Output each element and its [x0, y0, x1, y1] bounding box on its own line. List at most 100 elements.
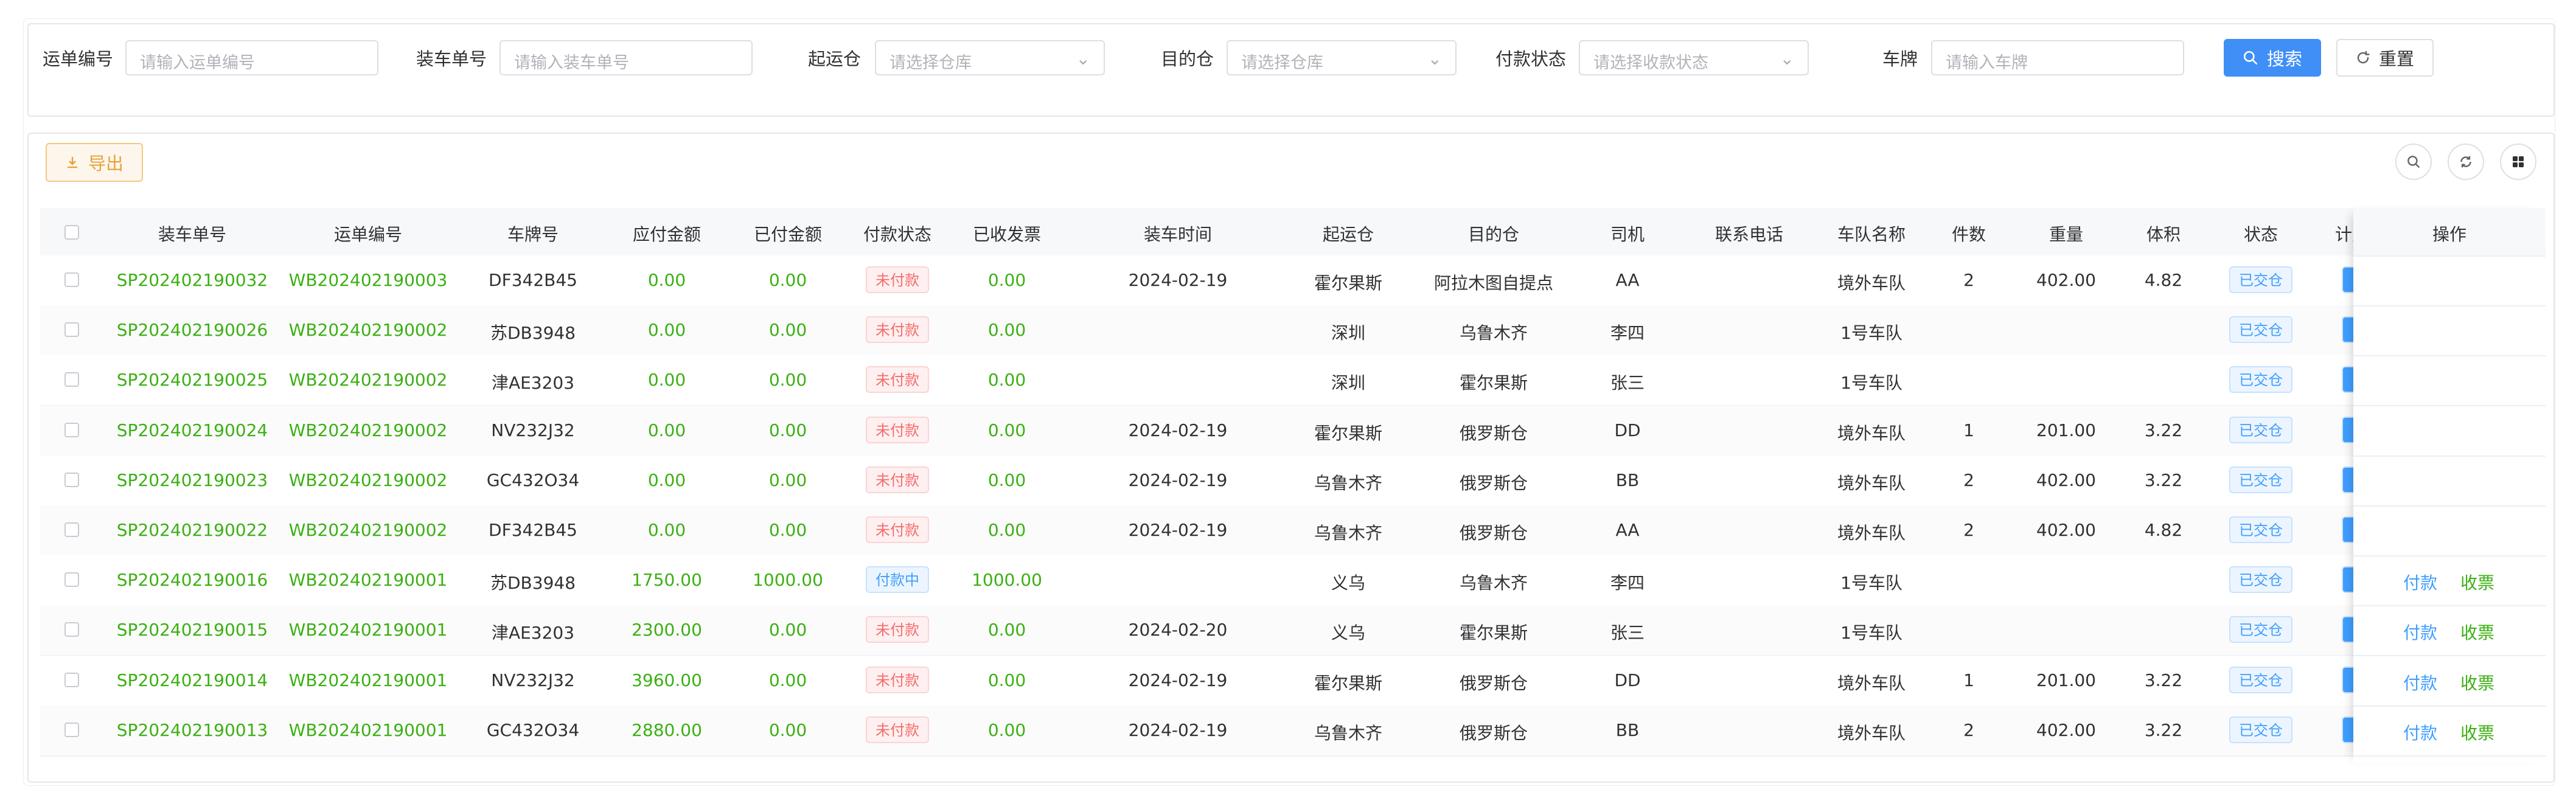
cell-waybill[interactable]: WB202402190001 — [289, 670, 448, 690]
row-checkbox[interactable] — [64, 522, 79, 537]
cell-loading-no[interactable]: SP202402190022 — [117, 520, 268, 540]
cell-loading-no[interactable]: SP202402190013 — [117, 720, 268, 740]
cell-volume: 4.82 — [2144, 270, 2183, 290]
cell-paid: 0.00 — [768, 719, 807, 740]
cell-waybill[interactable]: WB202402190001 — [289, 570, 448, 590]
refresh-button[interactable] — [2448, 144, 2484, 180]
receive-invoice-link[interactable]: 收票 — [2460, 720, 2494, 744]
operation-header: 操作 — [2353, 208, 2546, 257]
cell-load-time: 2024-02-20 — [1128, 620, 1228, 640]
loading-no-label: 装车单号 — [416, 49, 487, 69]
cell-volume: 3.22 — [2144, 719, 2183, 740]
export-button[interactable]: 导出 — [46, 143, 143, 182]
reset-button[interactable]: 重置 — [2336, 39, 2434, 77]
cell-waybill[interactable]: WB202402190002 — [289, 320, 448, 340]
search-icon — [2243, 50, 2258, 65]
receive-invoice-link[interactable]: 收票 — [2460, 620, 2494, 644]
cell-waybill[interactable]: WB202402190002 — [289, 370, 448, 390]
row-checkbox[interactable] — [64, 272, 79, 287]
operation-cell — [2353, 456, 2546, 507]
cell-payable: 0.00 — [647, 420, 686, 440]
row-checkbox[interactable] — [64, 622, 79, 637]
cell-origin: 深圳 — [1331, 373, 1366, 393]
search-toggle-button[interactable] — [2395, 144, 2432, 180]
pay-link[interactable]: 付款 — [2403, 570, 2437, 594]
pay-link[interactable]: 付款 — [2403, 620, 2437, 644]
cell-volume: 3.22 — [2144, 470, 2183, 490]
chevron-down-icon: ⌄ — [1076, 49, 1090, 69]
cell-driver: BB — [1615, 719, 1640, 740]
cell-loading-no[interactable]: SP202402190023 — [117, 470, 268, 490]
col-origin: 起运仓 — [1322, 224, 1374, 244]
pay-status-tag: 付款中 — [866, 566, 929, 594]
pay-status-select[interactable]: 请选择收款状态 ⌄ — [1579, 40, 1809, 75]
waybill-input[interactable]: 请输入运单编号 — [125, 40, 378, 75]
cell-loading-no[interactable]: SP202402190032 — [117, 270, 268, 290]
cell-plate: GC432O34 — [486, 719, 580, 740]
cell-origin: 乌鲁木齐 — [1314, 723, 1383, 743]
cell-waybill[interactable]: WB202402190003 — [289, 270, 448, 290]
status-tag: 已交仓 — [2229, 366, 2292, 393]
row-checkbox[interactable] — [64, 572, 79, 587]
row-checkbox[interactable] — [64, 672, 79, 687]
table-header: 装车单号 运单编号 车牌号 应付金额 已付金额 付款状态 已收发票 装车时间 起… — [40, 208, 2546, 257]
status-tag: 已交仓 — [2229, 566, 2292, 594]
select-all-checkbox[interactable] — [64, 225, 79, 240]
pay-status-tag: 未付款 — [866, 616, 929, 643]
cell-waybill[interactable]: WB202402190002 — [289, 420, 448, 440]
origin-select[interactable]: 请选择仓库 ⌄ — [875, 40, 1105, 75]
cell-loading-no[interactable]: SP202402190014 — [117, 670, 268, 690]
status-tag: 已交仓 — [2229, 316, 2292, 344]
search-icon — [2407, 156, 2420, 168]
cell-loading-no[interactable]: SP202402190025 — [117, 370, 268, 390]
cell-payable: 0.00 — [647, 370, 686, 390]
cell-waybill[interactable]: WB202402190002 — [289, 520, 448, 540]
pay-status-tag: 未付款 — [866, 316, 929, 344]
pay-link[interactable]: 付款 — [2403, 720, 2437, 744]
cell-invoice: 0.00 — [987, 470, 1026, 490]
operation-cell — [2353, 255, 2546, 307]
row-checkbox[interactable] — [64, 722, 79, 737]
cell-driver: DD — [1614, 420, 1641, 440]
cell-waybill[interactable]: WB202402190001 — [289, 620, 448, 640]
plate-input[interactable]: 请输入车牌 — [1931, 40, 2184, 75]
col-weight: 重量 — [2049, 224, 2084, 244]
cell-payable: 2300.00 — [632, 620, 702, 640]
cell-waybill[interactable]: WB202402190001 — [289, 720, 448, 740]
cell-loading-no[interactable]: SP202402190024 — [117, 420, 268, 440]
cell-plate: GC432O34 — [486, 470, 580, 490]
cell-weight: 201.00 — [2036, 670, 2096, 690]
col-status: 状态 — [2243, 224, 2278, 244]
cell-plate: DF342B45 — [489, 270, 577, 290]
cell-waybill[interactable]: WB202402190002 — [289, 470, 448, 490]
cell-loading-no[interactable]: SP202402190015 — [117, 620, 268, 640]
origin-label: 起运仓 — [808, 49, 862, 69]
cell-origin: 乌鲁木齐 — [1314, 473, 1383, 493]
row-checkbox[interactable] — [64, 472, 79, 487]
row-checkbox[interactable] — [64, 422, 79, 437]
loading-no-input[interactable]: 请输入装车单号 — [500, 40, 753, 75]
receive-invoice-link[interactable]: 收票 — [2460, 670, 2494, 695]
cell-weight: 402.00 — [2036, 520, 2096, 540]
cell-invoice: 0.00 — [987, 620, 1026, 640]
cell-driver: 张三 — [1610, 373, 1645, 393]
status-tag: 已交仓 — [2229, 616, 2292, 643]
cell-dest: 霍尔果斯 — [1459, 373, 1528, 393]
cell-pieces: 2 — [1963, 470, 1974, 490]
cell-loading-no[interactable]: SP202402190026 — [117, 320, 268, 340]
operation-cell — [2353, 355, 2546, 407]
cell-paid: 0.00 — [768, 670, 807, 690]
receive-invoice-link[interactable]: 收票 — [2460, 570, 2494, 594]
row-checkbox[interactable] — [64, 372, 79, 387]
cell-pieces: 1 — [1963, 670, 1974, 690]
cell-driver: 李四 — [1610, 573, 1645, 594]
operation-cell: 付款 收票 — [2353, 705, 2546, 757]
pay-link[interactable]: 付款 — [2403, 670, 2437, 695]
cell-driver: DD — [1614, 670, 1641, 690]
col-invoice: 已收发票 — [972, 224, 1042, 244]
cell-loading-no[interactable]: SP202402190016 — [117, 570, 268, 590]
row-checkbox[interactable] — [64, 322, 79, 338]
search-button[interactable]: 搜索 — [2224, 39, 2321, 77]
dest-select[interactable]: 请选择仓库 ⌄ — [1227, 40, 1457, 75]
columns-button[interactable] — [2500, 144, 2536, 180]
